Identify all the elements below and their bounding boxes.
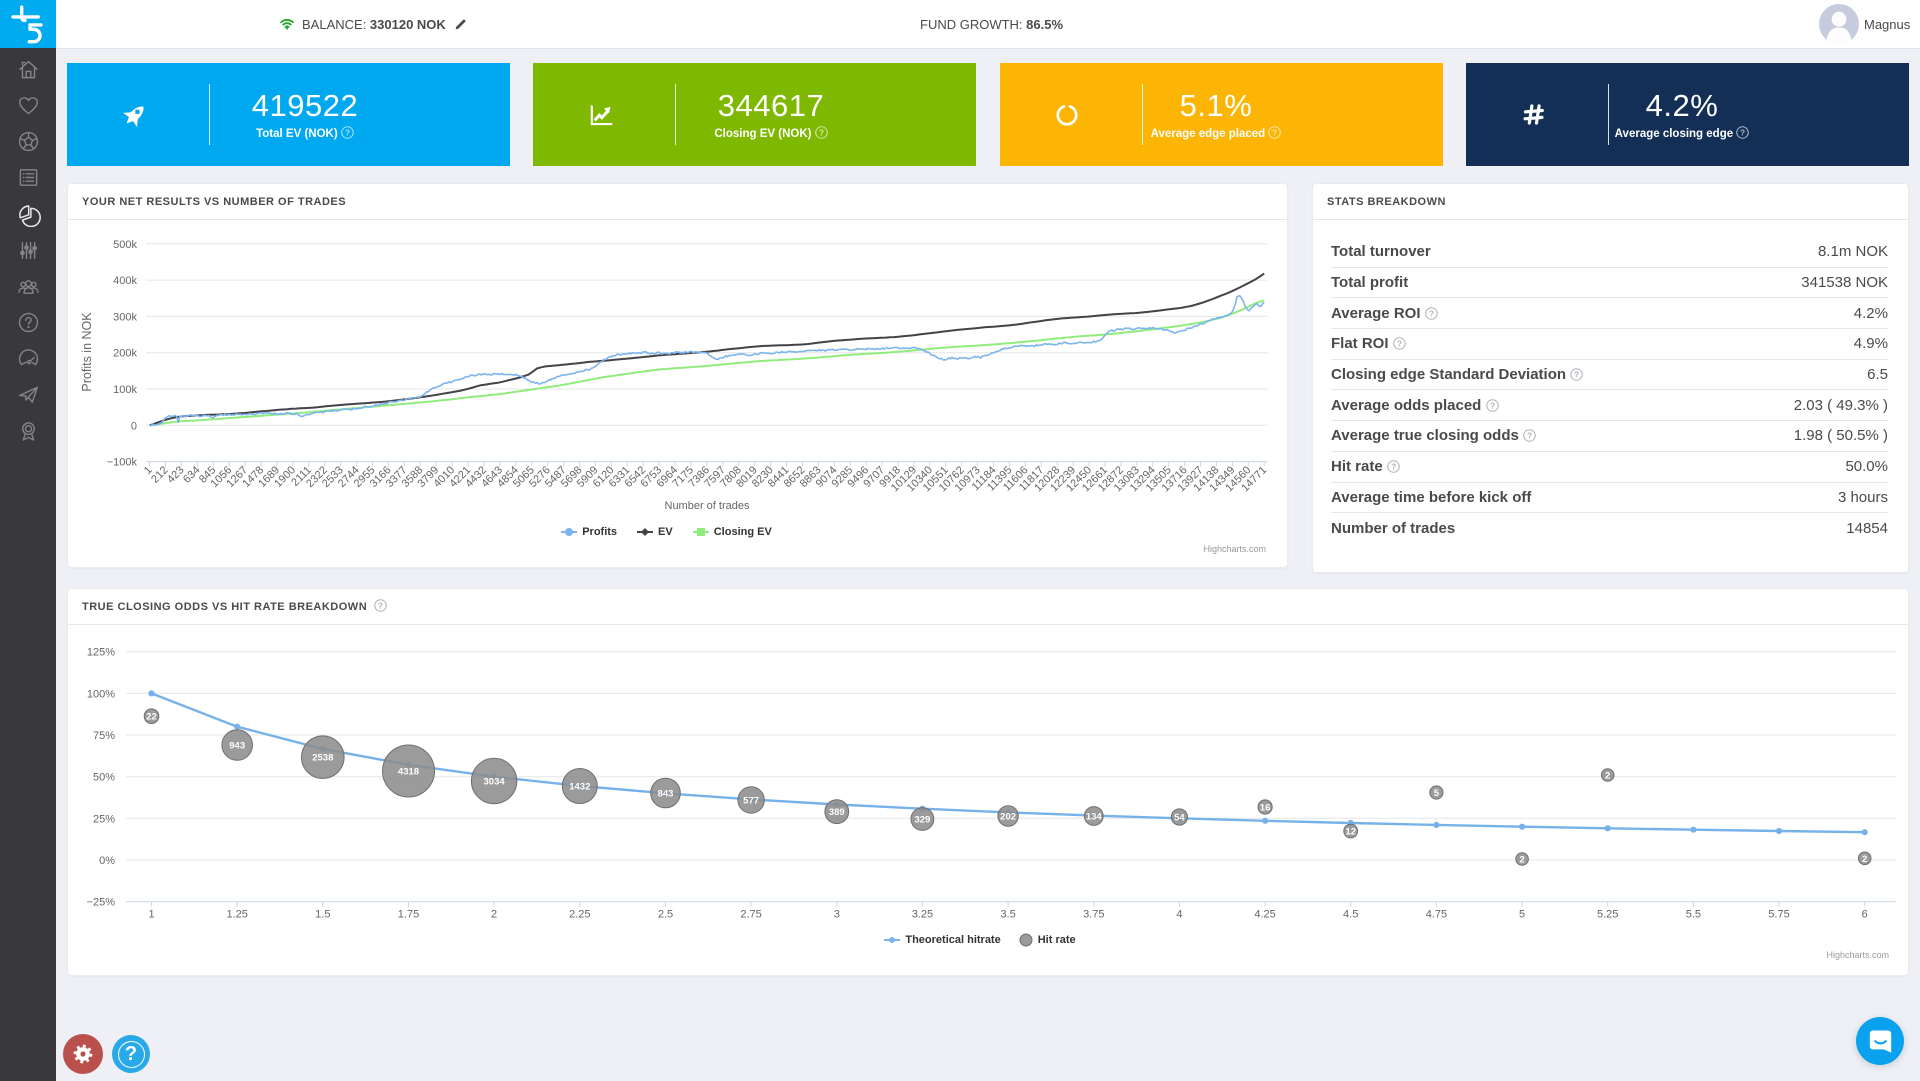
svg-text:?: ?	[1489, 400, 1494, 410]
svg-text:?: ?	[1397, 339, 1402, 349]
svg-text:?: ?	[819, 127, 824, 137]
svg-text:?: ?	[1740, 127, 1745, 137]
svg-text:?: ?	[1272, 127, 1277, 137]
svg-text:?: ?	[345, 127, 350, 137]
svg-text:?: ?	[1574, 370, 1579, 380]
svg-text:?: ?	[1527, 431, 1532, 441]
svg-text:?: ?	[1391, 462, 1396, 472]
svg-text:?: ?	[378, 600, 384, 610]
svg-text:?: ?	[1429, 308, 1434, 318]
